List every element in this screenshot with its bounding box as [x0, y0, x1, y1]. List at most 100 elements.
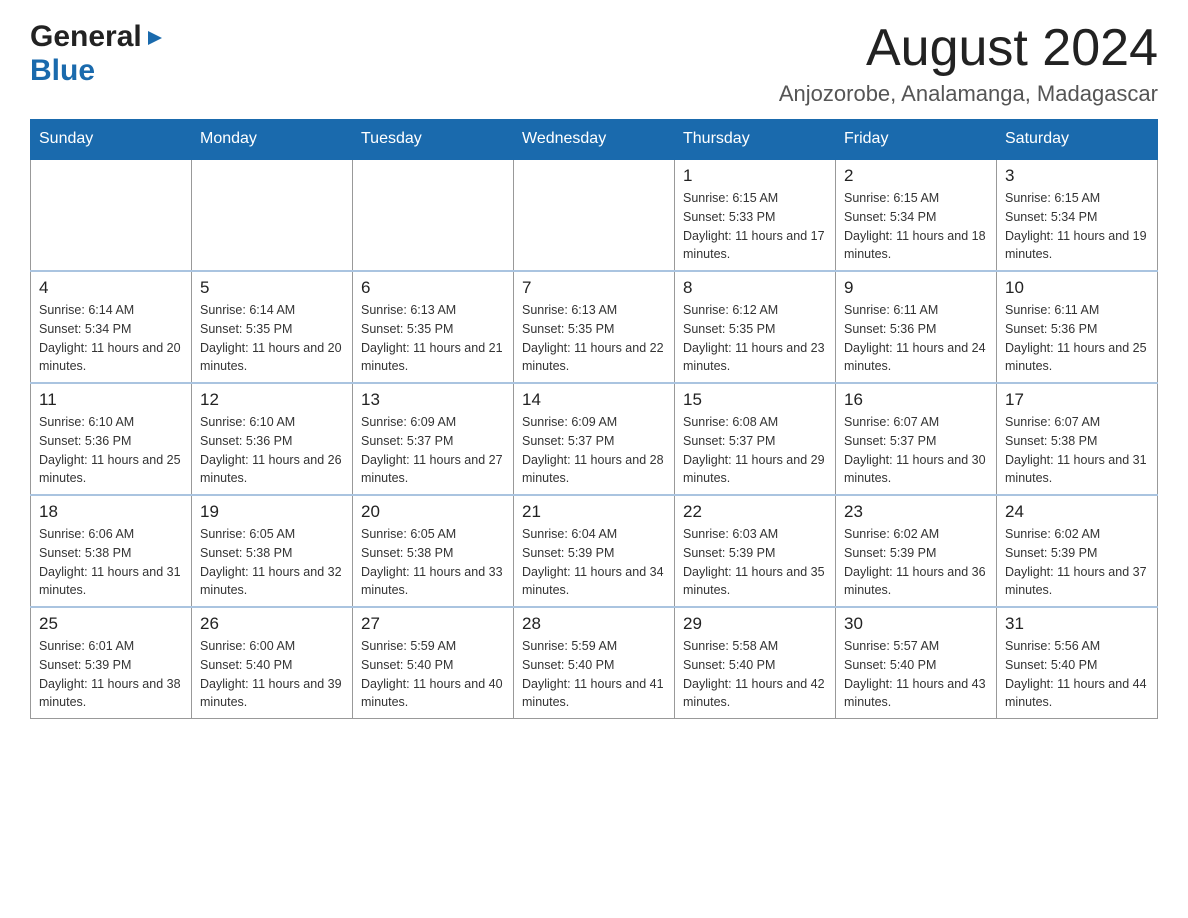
day-info: Sunrise: 6:12 AMSunset: 5:35 PMDaylight:…: [683, 301, 827, 376]
calendar-day-cell: 6Sunrise: 6:13 AMSunset: 5:35 PMDaylight…: [353, 271, 514, 383]
day-info: Sunrise: 5:59 AMSunset: 5:40 PMDaylight:…: [522, 637, 666, 712]
calendar-day-cell: 9 Sunrise: 6:11 AMSunset: 5:36 PMDaylight…: [836, 271, 997, 383]
calendar-day-cell: 3 Sunrise: 6:15 AMSunset: 5:34 PMDaylight…: [997, 159, 1158, 271]
day-info: Sunrise: 6:15 AMSunset: 5:34 PMDaylight:…: [1005, 189, 1149, 264]
day-number: 20: [361, 502, 505, 522]
day-number: 14: [522, 390, 666, 410]
day-number: 17: [1005, 390, 1149, 410]
calendar-day-cell: 13Sunrise: 6:09 AMSunset: 5:37 PMDayligh…: [353, 383, 514, 495]
day-info: Sunrise: 6:05 AMSunset: 5:38 PMDaylight:…: [200, 525, 344, 600]
day-number: 16: [844, 390, 988, 410]
calendar-day-cell: 24 Sunrise: 6:02 AMSunset: 5:39 PMDayligh…: [997, 495, 1158, 607]
calendar-day-cell: 2Sunrise: 6:15 AMSunset: 5:34 PMDaylight…: [836, 159, 997, 271]
calendar-day-cell: 23Sunrise: 6:02 AMSunset: 5:39 PMDayligh…: [836, 495, 997, 607]
page-subtitle: Anjozorobe, Analamanga, Madagascar: [779, 81, 1158, 107]
calendar-day-header: Saturday: [997, 120, 1158, 160]
day-info: Sunrise: 6:06 AMSunset: 5:38 PMDaylight:…: [39, 525, 183, 600]
day-info: Sunrise: 6:08 AMSunset: 5:37 PMDaylight:…: [683, 413, 827, 488]
day-info: Sunrise: 5:59 AMSunset: 5:40 PMDaylight:…: [361, 637, 505, 712]
calendar-day-header: Sunday: [31, 120, 192, 160]
day-number: 3: [1005, 166, 1149, 186]
logo: General Blue: [30, 20, 166, 88]
calendar-day-cell: 17 Sunrise: 6:07 AMSunset: 5:38 PMDayligh…: [997, 383, 1158, 495]
day-info: Sunrise: 6:14 AMSunset: 5:35 PMDaylight:…: [200, 301, 344, 376]
calendar-header-row: SundayMondayTuesdayWednesdayThursdayFrid…: [31, 120, 1158, 160]
day-number: 8: [683, 278, 827, 298]
day-info: Sunrise: 5:58 AMSunset: 5:40 PMDaylight:…: [683, 637, 827, 712]
calendar-day-cell: 10 Sunrise: 6:11 AMSunset: 5:36 PMDayligh…: [997, 271, 1158, 383]
logo-general-text: General: [30, 20, 142, 54]
calendar-day-cell: 29 Sunrise: 5:58 AMSunset: 5:40 PMDayligh…: [675, 607, 836, 719]
calendar-day-header: Monday: [192, 120, 353, 160]
calendar-day-cell: 8 Sunrise: 6:12 AMSunset: 5:35 PMDaylight…: [675, 271, 836, 383]
day-info: Sunrise: 6:13 AMSunset: 5:35 PMDaylight:…: [522, 301, 666, 376]
day-info: Sunrise: 6:09 AMSunset: 5:37 PMDaylight:…: [522, 413, 666, 488]
calendar-day-cell: 25 Sunrise: 6:01 AMSunset: 5:39 PMDayligh…: [31, 607, 192, 719]
calendar-day-header: Wednesday: [514, 120, 675, 160]
calendar-day-cell: 18 Sunrise: 6:06 AMSunset: 5:38 PMDayligh…: [31, 495, 192, 607]
calendar-day-cell: 28Sunrise: 5:59 AMSunset: 5:40 PMDayligh…: [514, 607, 675, 719]
calendar-week-row: 18 Sunrise: 6:06 AMSunset: 5:38 PMDayligh…: [31, 495, 1158, 607]
calendar-day-header: Tuesday: [353, 120, 514, 160]
calendar-day-cell: 4 Sunrise: 6:14 AMSunset: 5:34 PMDaylight…: [31, 271, 192, 383]
day-info: Sunrise: 6:10 AMSunset: 5:36 PMDaylight:…: [200, 413, 344, 488]
day-info: Sunrise: 6:02 AMSunset: 5:39 PMDaylight:…: [1005, 525, 1149, 600]
day-info: Sunrise: 6:03 AMSunset: 5:39 PMDaylight:…: [683, 525, 827, 600]
calendar-day-cell: [192, 159, 353, 271]
calendar-day-cell: [31, 159, 192, 271]
day-info: Sunrise: 6:01 AMSunset: 5:39 PMDaylight:…: [39, 637, 183, 712]
day-number: 29: [683, 614, 827, 634]
page-title: August 2024: [779, 20, 1158, 77]
day-number: 23: [844, 502, 988, 522]
calendar-day-cell: 16Sunrise: 6:07 AMSunset: 5:37 PMDayligh…: [836, 383, 997, 495]
day-number: 18: [39, 502, 183, 522]
calendar-day-cell: 30 Sunrise: 5:57 AMSunset: 5:40 PMDayligh…: [836, 607, 997, 719]
day-number: 6: [361, 278, 505, 298]
day-number: 22: [683, 502, 827, 522]
calendar-day-cell: 27 Sunrise: 5:59 AMSunset: 5:40 PMDayligh…: [353, 607, 514, 719]
day-number: 12: [200, 390, 344, 410]
day-number: 11: [39, 390, 183, 410]
calendar-day-cell: 22 Sunrise: 6:03 AMSunset: 5:39 PMDayligh…: [675, 495, 836, 607]
day-info: Sunrise: 6:14 AMSunset: 5:34 PMDaylight:…: [39, 301, 183, 376]
day-info: Sunrise: 5:57 AMSunset: 5:40 PMDaylight:…: [844, 637, 988, 712]
calendar-day-cell: 11 Sunrise: 6:10 AMSunset: 5:36 PMDayligh…: [31, 383, 192, 495]
day-number: 19: [200, 502, 344, 522]
calendar-day-cell: 19 Sunrise: 6:05 AMSunset: 5:38 PMDayligh…: [192, 495, 353, 607]
calendar-day-cell: 15Sunrise: 6:08 AMSunset: 5:37 PMDayligh…: [675, 383, 836, 495]
day-info: Sunrise: 6:11 AMSunset: 5:36 PMDaylight:…: [1005, 301, 1149, 376]
day-number: 30: [844, 614, 988, 634]
day-info: Sunrise: 6:11 AMSunset: 5:36 PMDaylight:…: [844, 301, 988, 376]
calendar-day-header: Friday: [836, 120, 997, 160]
day-info: Sunrise: 6:04 AMSunset: 5:39 PMDaylight:…: [522, 525, 666, 600]
calendar-day-cell: 14 Sunrise: 6:09 AMSunset: 5:37 PMDayligh…: [514, 383, 675, 495]
day-info: Sunrise: 6:09 AMSunset: 5:37 PMDaylight:…: [361, 413, 505, 488]
day-info: Sunrise: 6:00 AMSunset: 5:40 PMDaylight:…: [200, 637, 344, 712]
calendar-week-row: 25 Sunrise: 6:01 AMSunset: 5:39 PMDayligh…: [31, 607, 1158, 719]
day-number: 24: [1005, 502, 1149, 522]
calendar-week-row: 4 Sunrise: 6:14 AMSunset: 5:34 PMDaylight…: [31, 271, 1158, 383]
day-number: 5: [200, 278, 344, 298]
day-info: Sunrise: 6:07 AMSunset: 5:38 PMDaylight:…: [1005, 413, 1149, 488]
logo-arrow-icon: [144, 27, 166, 49]
logo-blue-text: Blue: [30, 54, 95, 88]
calendar-day-cell: 26 Sunrise: 6:00 AMSunset: 5:40 PMDayligh…: [192, 607, 353, 719]
day-number: 7: [522, 278, 666, 298]
day-number: 4: [39, 278, 183, 298]
title-block: August 2024 Anjozorobe, Analamanga, Mada…: [779, 20, 1158, 107]
day-info: Sunrise: 6:10 AMSunset: 5:36 PMDaylight:…: [39, 413, 183, 488]
day-number: 9: [844, 278, 988, 298]
calendar-day-cell: [353, 159, 514, 271]
calendar-table: SundayMondayTuesdayWednesdayThursdayFrid…: [30, 119, 1158, 719]
calendar-week-row: 1Sunrise: 6:15 AMSunset: 5:33 PMDaylight…: [31, 159, 1158, 271]
day-number: 27: [361, 614, 505, 634]
day-number: 25: [39, 614, 183, 634]
day-number: 10: [1005, 278, 1149, 298]
calendar-week-row: 11 Sunrise: 6:10 AMSunset: 5:36 PMDayligh…: [31, 383, 1158, 495]
day-number: 1: [683, 166, 827, 186]
day-number: 2: [844, 166, 988, 186]
calendar-day-cell: 21Sunrise: 6:04 AMSunset: 5:39 PMDayligh…: [514, 495, 675, 607]
calendar-day-cell: 12 Sunrise: 6:10 AMSunset: 5:36 PMDayligh…: [192, 383, 353, 495]
day-number: 26: [200, 614, 344, 634]
day-info: Sunrise: 5:56 AMSunset: 5:40 PMDaylight:…: [1005, 637, 1149, 712]
